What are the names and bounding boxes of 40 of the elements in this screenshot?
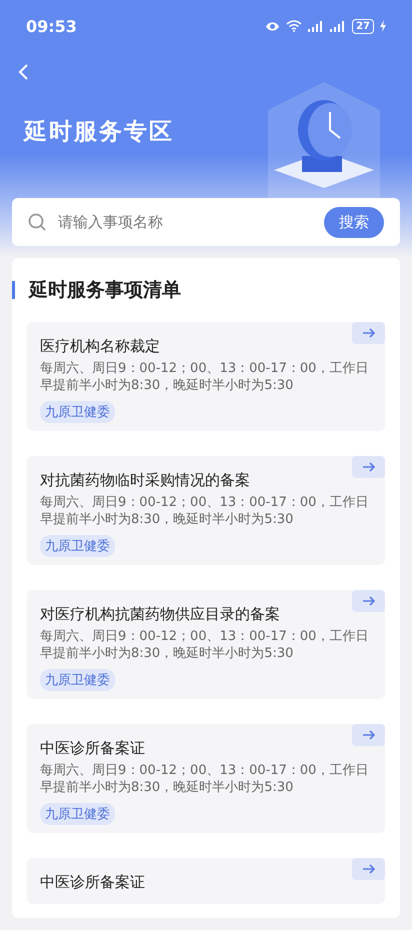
- department-tag: 九原卫健委: [40, 803, 115, 825]
- service-title: 对医疗机构抗菌药物供应目录的备案: [40, 605, 281, 624]
- department-tag: 九原卫健委: [40, 669, 115, 691]
- arrow-button[interactable]: [352, 858, 385, 880]
- wifi-icon: [286, 20, 302, 32]
- arrow-button[interactable]: [352, 590, 385, 612]
- service-hours: 每周六、周日9：00-12；00、13：00-17：00，工作日早提前半小时为8:30，晚延时半小时为5:30: [40, 628, 370, 662]
- signal-icon: [330, 20, 346, 32]
- service-title: 中医诊所备案证: [40, 739, 146, 758]
- battery-level: 27: [352, 18, 374, 34]
- service-hours: 每周六、周日9：00-12；00、13：00-17：00，工作日早提前半小时为8:30，晚延时半小时为5:30: [40, 360, 370, 394]
- service-title: 中医诊所备案证: [40, 873, 146, 892]
- arrow-button[interactable]: [352, 322, 385, 344]
- arrow-icon: [362, 328, 376, 338]
- section-heading: 延时服务事项清单: [29, 278, 181, 303]
- eye-icon: [265, 20, 280, 32]
- service-card[interactable]: 对抗菌药物临时采购情况的备案 每周六、周日9：00-12；00、13：00-17：00，工作日早提前半小时为8:30，晚延时半小时为5:30 九原卫健委: [27, 456, 385, 565]
- arrow-icon: [362, 730, 376, 740]
- service-card[interactable]: 对医疗机构抗菌药物供应目录的备案 每周六、周日9：00-12；00、13：00-17：00，工作日早提前半小时为8:30，晚延时半小时为5:30 九原卫健委: [27, 590, 385, 699]
- service-title: 医疗机构名称裁定: [40, 337, 161, 356]
- signal-icon: [308, 20, 324, 32]
- service-card[interactable]: 中医诊所备案证 每周六、周日9：00-12；00、13：00-17：00，工作日早提前半小时为8:30，晚延时半小时为5:30 九原卫健委: [27, 724, 385, 833]
- arrow-button[interactable]: [352, 724, 385, 746]
- service-card[interactable]: 医疗机构名称裁定 每周六、周日9：00-12；00、13：00-17：00，工作日早提前半小时为8:30，晚延时半小时为5:30 九原卫健委: [27, 322, 385, 431]
- arrow-icon: [362, 462, 376, 472]
- department-tag: 九原卫健委: [40, 401, 115, 423]
- search-button[interactable]: 搜索: [324, 206, 384, 238]
- service-hours: 每周六、周日9：00-12；00、13：00-17：00，工作日早提前半小时为8:30，晚延时半小时为5:30: [40, 494, 370, 528]
- arrow-icon: [362, 596, 376, 606]
- arrow-icon: [362, 864, 376, 874]
- status-time: 09:53: [26, 16, 77, 36]
- page-title: 延时服务专区: [24, 118, 175, 147]
- service-title: 对抗菌药物临时采购情况的备案: [40, 471, 251, 490]
- service-hours: 每周六、周日9：00-12；00、13：00-17：00，工作日早提前半小时为8:30，晚延时半小时为5:30: [40, 762, 370, 796]
- department-tag: 九原卫健委: [40, 535, 115, 557]
- charging-icon: [380, 20, 386, 32]
- search-field[interactable]: 请输入事项名称: [58, 213, 312, 231]
- search-icon: [28, 213, 46, 231]
- service-card[interactable]: 中医诊所备案证: [27, 858, 385, 904]
- arrow-button[interactable]: [352, 456, 385, 478]
